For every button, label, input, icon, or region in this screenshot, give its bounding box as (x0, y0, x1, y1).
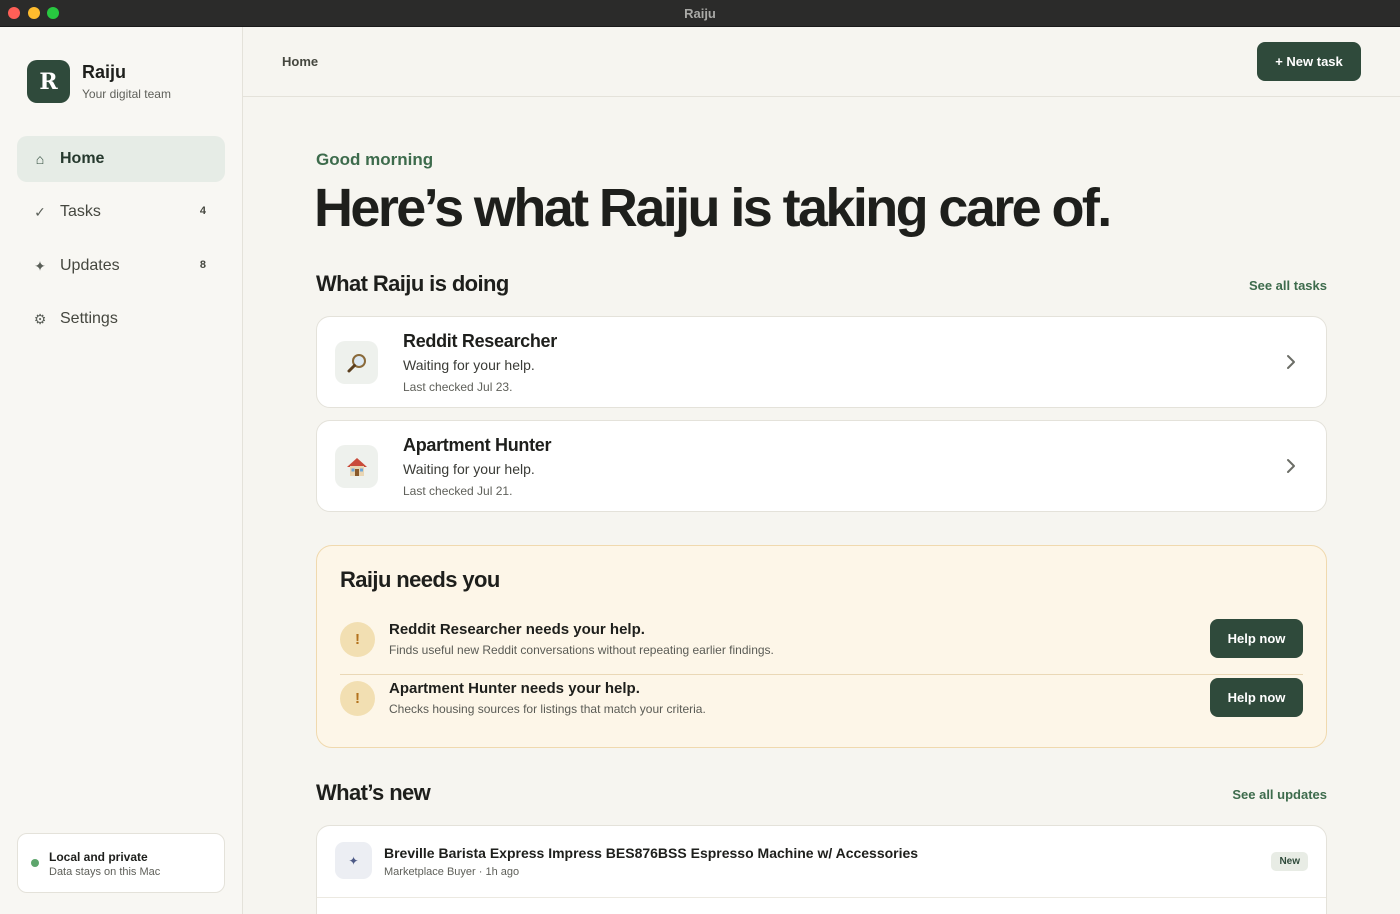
task-card-apartment-hunter[interactable]: Apartment Hunter Waiting for your help. … (316, 420, 1327, 512)
home-icon: ⌂ (35, 151, 45, 167)
privacy-subtitle: Data stays on this Mac (49, 866, 161, 878)
help-now-button[interactable]: Help now (1210, 619, 1303, 658)
whats-new-section-title: What’s new (316, 780, 431, 805)
sparkle-icon: ✦ (34, 257, 46, 274)
need-item-apartment-hunter: ! Apartment Hunter needs your help. Chec… (340, 678, 1303, 734)
main-content: Home + New task Good morning Here’s what… (243, 27, 1400, 914)
sidebar: R Raiju Your digital team ⌂ Home ✓ Tasks… (0, 27, 243, 914)
sidebar-item-tasks[interactable]: ✓ Tasks 4 (17, 189, 225, 235)
need-description: Checks housing sources for listings that… (389, 702, 706, 716)
new-badge: New (1271, 852, 1308, 871)
sidebar-item-label: Home (60, 150, 105, 167)
sidebar-item-home[interactable]: ⌂ Home (17, 136, 225, 182)
see-all-updates-link[interactable]: See all updates (1232, 787, 1327, 802)
sidebar-item-label: Settings (60, 310, 118, 327)
brand-tagline: Your digital team (82, 87, 171, 101)
chevron-right-icon (1287, 459, 1295, 473)
privacy-status-card: Local and private Data stays on this Mac (17, 833, 225, 893)
task-status: Waiting for your help. (403, 461, 535, 477)
update-meta: Marketplace Buyer · 1h ago (384, 866, 520, 878)
sidebar-item-updates[interactable]: ✦ Updates 8 (17, 243, 225, 289)
updates-count-badge: 8 (199, 259, 206, 271)
task-last-checked: Last checked Jul 21. (403, 484, 513, 498)
greeting: Good morning (316, 150, 434, 169)
alert-icon: ! (340, 681, 375, 716)
task-name: Apartment Hunter (403, 435, 552, 455)
task-card-reddit-researcher[interactable]: Reddit Researcher Waiting for your help.… (316, 316, 1327, 408)
needs-you-panel: Raiju needs you ! Reddit Researcher need… (316, 545, 1327, 748)
brand-name: Raiju (82, 62, 127, 82)
chevron-right-icon (1287, 355, 1295, 369)
brand-logo: R (27, 60, 70, 103)
need-item-reddit-researcher: ! Reddit Researcher needs your help. Fin… (340, 619, 1303, 675)
sidebar-item-settings[interactable]: ⚙ Settings (17, 296, 225, 342)
check-icon: ✓ (34, 203, 46, 220)
alert-icon: ! (340, 622, 375, 657)
new-task-button[interactable]: + New task (1257, 42, 1361, 81)
divider (317, 897, 1326, 898)
see-all-tasks-link[interactable]: See all tasks (1249, 278, 1327, 293)
needs-section-title: Raiju needs you (340, 567, 500, 592)
top-bar: Home + New task (243, 27, 1400, 97)
app-window: Raiju R Raiju Your digital team ⌂ Home ✓… (0, 0, 1400, 914)
task-last-checked: Last checked Jul 23. (403, 380, 513, 394)
magnifier-icon (335, 341, 378, 384)
sparkle-icon: ✦ (335, 842, 372, 879)
need-title: Apartment Hunter needs your help. (389, 680, 640, 697)
house-icon (335, 445, 378, 488)
tasks-count-badge: 4 (199, 205, 206, 217)
title-bar: Raiju (0, 0, 1400, 27)
gear-icon: ⚙ (33, 310, 47, 327)
page-headline: Here’s what Raiju is taking care of. (314, 178, 1112, 238)
update-item[interactable]: ✦ Breville Barista Express Impress BES87… (316, 825, 1327, 914)
doing-section-title: What Raiju is doing (316, 271, 509, 296)
window-title: Raiju (684, 6, 716, 21)
task-name: Reddit Researcher (403, 331, 557, 351)
status-dot-icon (31, 859, 39, 867)
sidebar-item-label: Tasks (60, 203, 101, 220)
help-now-button[interactable]: Help now (1210, 678, 1303, 717)
privacy-title: Local and private (49, 850, 148, 864)
update-title: Breville Barista Express Impress BES876B… (384, 845, 919, 861)
sidebar-item-label: Updates (60, 257, 120, 274)
need-description: Finds useful new Reddit conversations wi… (389, 643, 774, 657)
breadcrumb: Home (282, 54, 319, 69)
task-status: Waiting for your help. (403, 357, 535, 373)
need-title: Reddit Researcher needs your help. (389, 621, 645, 638)
